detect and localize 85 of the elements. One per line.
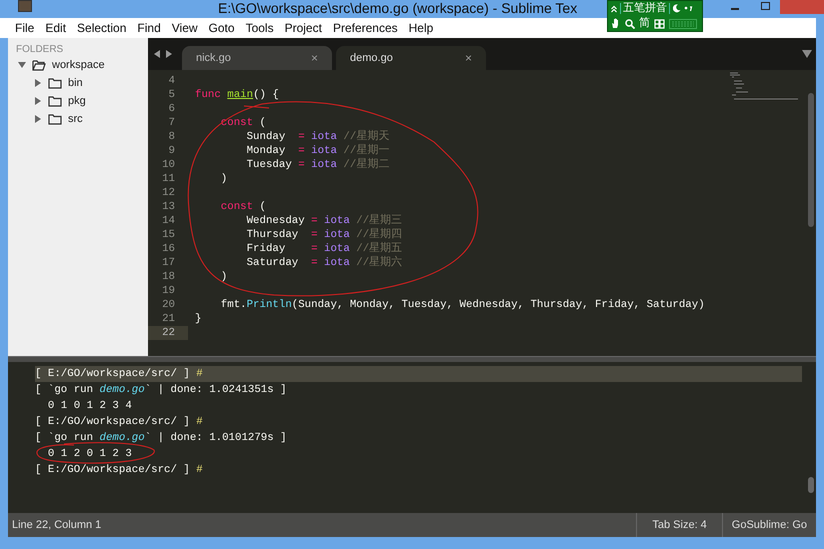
right-arrow-icon[interactable]: [166, 50, 172, 58]
menu-item[interactable]: Edit: [45, 19, 66, 37]
folder-icon: [48, 114, 62, 124]
window-title: E:\GO\workspace\src\demo.go (workspace) - Sublime Tex: [218, 0, 578, 17]
folder-name[interactable]: pkg: [68, 92, 86, 110]
menu-item[interactable]: Preferences: [332, 19, 398, 37]
menu-item[interactable]: Find: [137, 19, 161, 37]
code-line: fmt.Println(Sunday, Monday, Tuesday, Wednesday, Thursday, Friday, Saturday): [220, 299, 705, 311]
line-number: 21: [161, 312, 176, 326]
folder-icon: [48, 96, 62, 106]
menu-item[interactable]: View: [172, 19, 198, 37]
menu-item[interactable]: Help: [408, 19, 434, 37]
code-line: ): [220, 173, 228, 185]
line-number: 11: [161, 172, 176, 186]
folder-name[interactable]: workspace: [52, 56, 105, 74]
code-line: func main() {: [195, 89, 279, 101]
menu-item[interactable]: File: [15, 19, 34, 37]
console-line: [ E:/GO/workspace/src/ ] #: [35, 368, 203, 380]
code-line: Thursday = iota //星期四: [246, 229, 402, 241]
code-line: Sunday = iota //星期天: [246, 131, 390, 143]
line-number: 12: [161, 186, 176, 200]
grid-glyph-icon[interactable]: [654, 18, 665, 28]
code-line: }: [195, 313, 202, 325]
console-line: [ `go run demo.go` | done: 1.0101279s ]: [35, 432, 287, 444]
line-number: 19: [161, 284, 176, 298]
code-line: Tuesday = iota //星期二: [246, 159, 390, 171]
hand-icon[interactable]: [611, 18, 621, 29]
charset-label[interactable]: 简: [639, 18, 650, 29]
code-line: Monday = iota //星期一: [246, 145, 390, 157]
menu-item[interactable]: Tools: [246, 19, 274, 37]
collapsed-caret-icon[interactable]: [34, 115, 42, 123]
cursor-position: Line 22, Column 1: [11, 518, 102, 533]
line-number: 8: [168, 130, 176, 144]
search-icon[interactable]: [625, 18, 635, 28]
console-line: [ `go run demo.go` | done: 1.0241351s ]: [35, 384, 287, 396]
folder-icon: [48, 78, 62, 88]
editor-scrollbar[interactable]: [808, 93, 814, 227]
tab-size-indicator[interactable]: Tab Size: 4: [636, 513, 722, 537]
menu-item[interactable]: Project: [284, 19, 322, 37]
code-line: Saturday = iota //星期六: [246, 257, 402, 269]
menu-item[interactable]: Goto: [208, 19, 235, 37]
code-line: Friday = iota //星期五: [246, 243, 402, 255]
line-number: 4: [168, 74, 176, 88]
line-number: 6: [168, 102, 176, 116]
sidebar-heading: FOLDERS: [15, 43, 64, 56]
line-number: 22: [148, 326, 188, 340]
code-line: const (: [220, 117, 266, 129]
line-number: 17: [161, 256, 176, 270]
console-line: [ E:/GO/workspace/src/ ] #: [35, 416, 203, 428]
code-line: Wednesday = iota //星期三: [246, 215, 402, 227]
editor-tab[interactable]: nick.go ×: [182, 46, 332, 70]
punctuation-icon[interactable]: [684, 4, 693, 12]
tab-menu-icon[interactable]: [802, 50, 812, 58]
code-line: ): [220, 271, 228, 283]
folder-name[interactable]: bin: [68, 74, 83, 92]
code-line: const (: [220, 201, 266, 213]
close-tab-button[interactable]: ×: [464, 49, 472, 67]
console-line: 0 1 0 1 2 3 4: [46, 400, 132, 412]
line-number: 5: [168, 88, 176, 102]
console-line: 0 1 2 0 1 2 3: [46, 448, 132, 460]
close-tab-button[interactable]: ×: [310, 49, 318, 67]
line-number: 20: [161, 298, 176, 312]
left-arrow-icon[interactable]: [154, 50, 160, 58]
chevron-icon[interactable]: [611, 4, 617, 12]
collapsed-caret-icon[interactable]: [34, 97, 42, 105]
open-folder-icon: [32, 60, 46, 70]
expanded-caret-icon[interactable]: [18, 61, 26, 69]
output-scrollbar[interactable]: [808, 477, 814, 493]
line-number: 16: [161, 242, 176, 256]
line-number: 10: [161, 158, 176, 172]
line-number: 13: [161, 200, 176, 214]
folder-name[interactable]: src: [68, 110, 83, 128]
syntax-indicator[interactable]: GoSublime: Go: [722, 513, 816, 537]
line-number: 9: [168, 144, 176, 158]
line-number: 7: [168, 116, 176, 130]
console-line: [ E:/GO/workspace/src/ ] #: [35, 464, 203, 476]
line-number: 15: [161, 228, 176, 242]
editor-tab[interactable]: demo.go ×: [336, 46, 486, 70]
collapsed-caret-icon[interactable]: [34, 79, 42, 87]
input-mode-label[interactable]: 五笔拼音: [620, 3, 670, 14]
line-number: 18: [161, 270, 176, 284]
moon-icon[interactable]: [673, 4, 681, 13]
line-number: 14: [161, 214, 176, 228]
app-icon: [18, 0, 32, 12]
menu-item[interactable]: Selection: [77, 19, 126, 37]
